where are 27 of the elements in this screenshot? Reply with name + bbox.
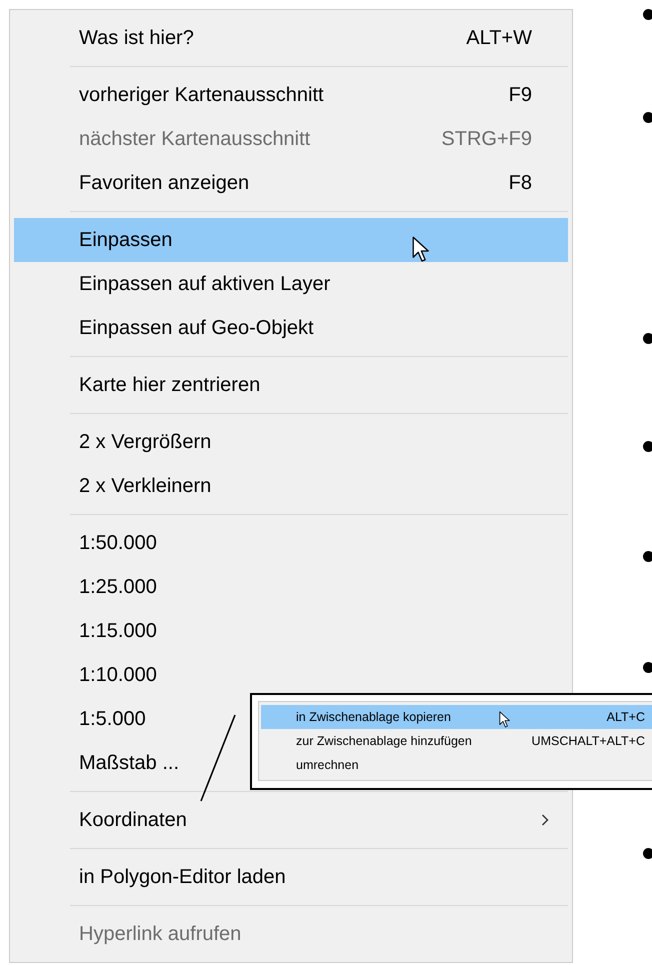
mouse-pointer-icon bbox=[499, 711, 510, 729]
mouse-pointer-icon bbox=[412, 236, 430, 264]
menu-item[interactable]: Koordinaten bbox=[14, 798, 568, 842]
menu-item[interactable]: Einpassen auf aktiven Layer bbox=[14, 262, 568, 306]
menu-item[interactable]: zur Zwischenablage hinzufügen UMSCHALT+ALT+C bbox=[261, 729, 652, 753]
menu-item[interactable]: 2 x Vergrößern bbox=[14, 420, 568, 464]
list-bullet bbox=[643, 441, 652, 452]
menu-item[interactable]: 1:10.000 bbox=[14, 653, 568, 697]
menu-item[interactable]: in Zwischenablage kopieren ALT+C bbox=[261, 705, 652, 729]
list-bullet bbox=[643, 9, 652, 20]
list-bullet bbox=[643, 662, 652, 673]
menu-item[interactable]: 1:15.000 bbox=[14, 609, 568, 653]
menu-item[interactable]: 1:25.000 bbox=[14, 565, 568, 609]
menu-item[interactable]: Einpassen auf Geo-Objekt bbox=[14, 306, 568, 350]
list-bullet bbox=[643, 848, 652, 859]
menu-item[interactable]: umrechnen bbox=[261, 753, 652, 777]
list-bullet bbox=[643, 112, 652, 123]
list-bullet bbox=[643, 551, 652, 562]
menu-item[interactable]: Was ist hier? ALT+W bbox=[14, 16, 568, 60]
menu-item[interactable]: in Polygon-Editor laden bbox=[14, 855, 568, 899]
list-bullet bbox=[643, 333, 652, 344]
menu-item[interactable]: Favoriten anzeigen F8 bbox=[14, 161, 568, 205]
menu-item[interactable]: vorheriger Kartenausschnitt F9 bbox=[14, 73, 568, 117]
menu-item[interactable]: Einpassen bbox=[14, 218, 568, 262]
menu-item[interactable]: 1:50.000 bbox=[14, 521, 568, 565]
menu-item[interactable]: Karte hier zentrieren bbox=[14, 363, 568, 407]
menu-item[interactable]: 2 x Verkleinern bbox=[14, 464, 568, 508]
